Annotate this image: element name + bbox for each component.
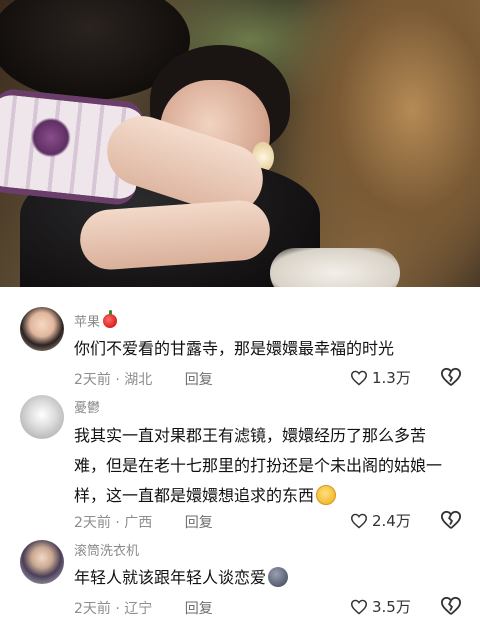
comment-meta: 2天前 · 辽宁 回复: [74, 598, 213, 618]
avatar[interactable]: [20, 307, 64, 351]
comment-text-content: 你们不爱看的甘露寺，那是嬛嬛最幸福的时光: [74, 339, 395, 358]
embroidery-motif: [28, 115, 73, 160]
comment-item: 憂鬱 我其实一直对果郡王有滤镜，嬛嬛经历了那么多苦难，但是在老十七那里的打扮还是…: [0, 387, 480, 537]
heart-outline-icon: [350, 370, 368, 386]
avatar[interactable]: [20, 540, 64, 584]
comment-item: 滚筒洗衣机 年轻人就该跟年轻人谈恋爱 2天前 · 辽宁 回复 3.5万: [0, 530, 480, 640]
comment-time: 2天前: [74, 515, 111, 531]
comment-text-content: 年轻人就该跟年轻人谈恋爱: [74, 568, 267, 587]
broken-heart-icon[interactable]: [440, 596, 462, 616]
username-text: 苹果: [74, 315, 101, 330]
comment-location: 湖北: [124, 372, 153, 388]
like-count: 1.3万: [372, 369, 411, 387]
heart-outline-icon: [350, 599, 368, 615]
username-text: 憂鬱: [74, 401, 101, 416]
like-count: 2.4万: [372, 512, 411, 530]
comment-meta: 2天前 · 湖北 回复: [74, 369, 213, 389]
reply-button[interactable]: 回复: [185, 601, 213, 617]
broken-heart-icon[interactable]: [440, 367, 462, 387]
comment-time: 2天前: [74, 372, 111, 388]
username-text: 滚筒洗衣机: [74, 544, 140, 559]
video-still-image[interactable]: [0, 0, 480, 287]
grin-tears-emoji-icon: [316, 485, 337, 505]
like-button[interactable]: 1.3万: [350, 367, 411, 388]
comment-text: 你们不爱看的甘露寺，那是嬛嬛最幸福的时光: [74, 334, 454, 364]
like-button[interactable]: 2.4万: [350, 510, 411, 531]
meta-separator: ·: [115, 372, 120, 388]
broken-heart-icon[interactable]: [440, 510, 462, 530]
comment-text: 年轻人就该跟年轻人谈恋爱: [74, 563, 454, 593]
meta-separator: ·: [115, 601, 120, 617]
comment-text: 我其实一直对果郡王有滤镜，嬛嬛经历了那么多苦难，但是在老十七那里的打扮还是个未出…: [74, 421, 454, 511]
comment-text-content: 我其实一直对果郡王有滤镜，嬛嬛经历了那么多苦难，但是在老十七那里的打扮还是个未出…: [74, 426, 443, 505]
meta-separator: ·: [115, 515, 120, 531]
heart-outline-icon: [350, 513, 368, 529]
grey-blob-emoji-icon: [268, 567, 289, 587]
comment-location: 广西: [124, 515, 153, 531]
username[interactable]: 滚筒洗衣机: [74, 540, 139, 559]
username[interactable]: 憂鬱: [74, 397, 100, 416]
reply-button[interactable]: 回复: [185, 372, 213, 388]
like-count: 3.5万: [372, 598, 411, 616]
comment-location: 辽宁: [124, 601, 153, 617]
like-button[interactable]: 3.5万: [350, 596, 411, 617]
reply-button[interactable]: 回复: [185, 515, 213, 531]
avatar[interactable]: [20, 395, 64, 439]
comment-item: 苹果 你们不爱看的甘露寺，那是嬛嬛最幸福的时光 2天前 · 湖北 回复 1.3万: [0, 287, 480, 397]
fur-collar: [270, 248, 400, 287]
comment-meta: 2天前 · 广西 回复: [74, 512, 213, 532]
apple-badge-icon: [103, 310, 118, 328]
username[interactable]: 苹果: [74, 310, 118, 330]
comment-time: 2天前: [74, 601, 111, 617]
